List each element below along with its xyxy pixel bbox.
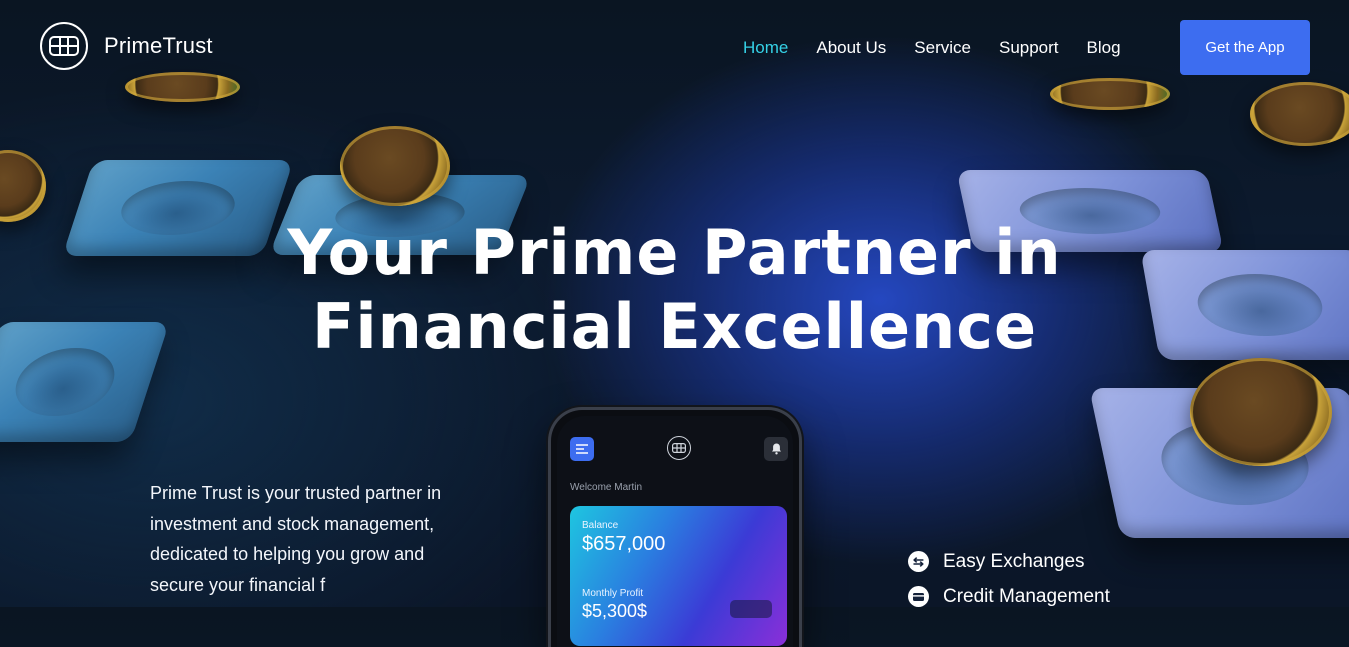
decor-coin (1190, 358, 1332, 466)
feature-label: Credit Management (943, 585, 1110, 607)
card-action-chip (730, 600, 772, 618)
monthly-profit-value: $5,300$ (582, 601, 648, 621)
main-menu: Home About Us Service Support Blog (743, 37, 1149, 59)
nav-about-us[interactable]: About Us (816, 37, 886, 59)
monthly-profit-label: Monthly Profit (582, 588, 644, 599)
decor-coin (0, 150, 46, 222)
phone-mockup: Welcome Martin Balance $657,000 Monthly … (548, 407, 802, 647)
phone-screen: Welcome Martin Balance $657,000 Monthly … (557, 416, 793, 647)
nav-blog[interactable]: Blog (1087, 37, 1121, 59)
nav-support[interactable]: Support (999, 37, 1059, 59)
nav-home[interactable]: Home (743, 37, 788, 59)
hero-description: Prime Trust is your trusted partner in i… (150, 483, 442, 595)
feature-label: Easy Exchanges (943, 550, 1085, 572)
feature-list: ⇆ Easy Exchanges Credit Management (908, 544, 1110, 614)
card-chip-icon (40, 22, 88, 70)
top-navigation: PrimeTrust Home About Us Service Support… (0, 0, 1349, 96)
headline-line-2: Financial Excellence (311, 290, 1038, 363)
exchange-arrows-icon: ⇆ (908, 551, 929, 572)
balance-value: $657,000 (582, 533, 666, 555)
decor-plate (1089, 388, 1349, 538)
balance-card[interactable]: Balance $657,000 Monthly Profit $5,300$ (570, 506, 787, 646)
feature-item-credit-management: Credit Management (908, 579, 1110, 614)
balance-label: Balance (582, 520, 619, 531)
headline-line-1: Your Prime Partner in (287, 216, 1062, 289)
brand-logo[interactable]: PrimeTrust (40, 22, 213, 70)
nav-service[interactable]: Service (914, 37, 971, 59)
welcome-text: Welcome Martin (570, 482, 643, 493)
feature-item-easy-exchanges: ⇆ Easy Exchanges (908, 544, 1110, 579)
menu-icon[interactable] (570, 437, 594, 461)
card-chip-icon (667, 436, 691, 460)
hero-headline: Your Prime Partner in Financial Excellen… (0, 216, 1349, 364)
decor-coin (340, 126, 450, 206)
brand-name: PrimeTrust (104, 33, 213, 58)
bell-icon[interactable] (764, 437, 788, 461)
credit-card-icon (908, 586, 929, 607)
get-the-app-button[interactable]: Get the App (1180, 20, 1310, 75)
